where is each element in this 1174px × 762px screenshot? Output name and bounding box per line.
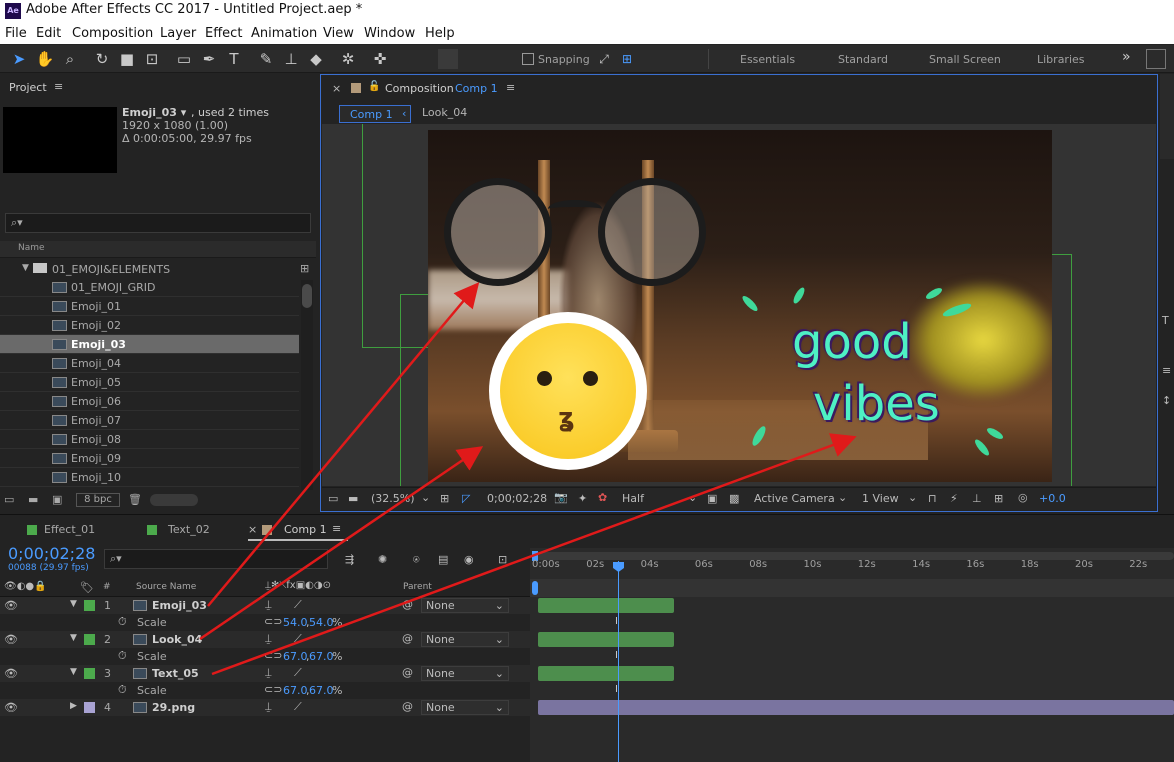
annotation-arrow-look [199,446,484,641]
annotation-arrow-text [211,433,857,676]
annotation-arrow-emoji [207,282,480,607]
annotation-overlay [199,282,857,676]
